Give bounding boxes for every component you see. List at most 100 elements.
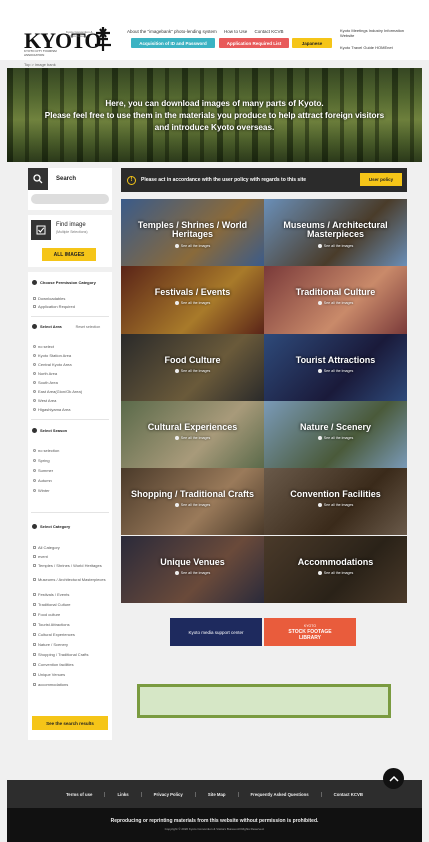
hero-line-1: Here, you can download images of many pa…: [105, 99, 324, 108]
notice-text: Please act in accordance with the user p…: [141, 177, 307, 183]
tile-accommodations[interactable]: Accommodations See all the images: [264, 535, 407, 603]
filter-option[interactable]: no selection: [33, 448, 59, 453]
hero-line-2: Please feel free to use them in the mate…: [44, 111, 385, 120]
filter-option[interactable]: West Area: [33, 398, 56, 403]
filter-option[interactable]: North Area: [33, 371, 57, 376]
tile-traditional-culture[interactable]: Traditional Culture See all the images: [264, 266, 407, 334]
tile-festivals[interactable]: Festivals / Events See all the images: [121, 266, 264, 334]
highlight-box: [137, 684, 391, 718]
nav-contact-link[interactable]: Contact KCVB: [255, 29, 284, 34]
acquisition-button[interactable]: Acquisition of ID and Password: [131, 38, 215, 48]
divider: [31, 316, 109, 317]
filter-option[interactable]: no select: [33, 344, 54, 349]
tile-museums[interactable]: Museums / Architectural Masterpieces See…: [264, 199, 407, 267]
tile-title: Traditional Culture: [295, 287, 376, 298]
filter-option[interactable]: Autumn: [33, 478, 52, 483]
see-all-link[interactable]: See all the images: [264, 301, 407, 306]
tile-food-culture[interactable]: Food Culture See all the images: [121, 333, 264, 401]
find-image-panel: Find image (Multiple Selections) ALL IMA…: [28, 215, 112, 267]
see-all-link[interactable]: See all the images: [121, 244, 264, 249]
see-all-link[interactable]: See all the images: [121, 436, 264, 440]
breadcrumb[interactable]: Top > image bank: [24, 62, 56, 67]
stock-footage-banner[interactable]: KYOTO STOCK FOOTAGE LIBRARY: [264, 618, 356, 646]
filter-option[interactable]: Convention facilities: [33, 662, 74, 667]
tile-unique-venues[interactable]: Unique Venues See all the images: [121, 535, 264, 603]
footer-link-terms[interactable]: Terms of use: [54, 792, 104, 797]
see-results-button[interactable]: See the search results: [32, 716, 108, 730]
filter-option[interactable]: Traditional Culture: [33, 602, 71, 607]
filter-option[interactable]: event: [33, 554, 48, 559]
nav-howto-link[interactable]: How to Use: [224, 29, 247, 34]
hero-banner: Here, you can download images of many pa…: [7, 68, 422, 162]
see-all-link[interactable]: See all the images: [264, 244, 407, 249]
footer-link-faq[interactable]: Frequently Asked Questions: [237, 792, 321, 797]
divider: [31, 512, 109, 513]
warning-icon: !: [127, 175, 136, 185]
tile-nature[interactable]: Nature / Scenery See all the images: [264, 400, 407, 469]
stock-footage-bottom: LIBRARY: [298, 635, 322, 641]
see-all-link[interactable]: See all the images: [121, 571, 264, 575]
all-images-button[interactable]: ALL IMAGES: [42, 248, 96, 261]
see-all-link[interactable]: See all the images: [264, 369, 407, 373]
media-support-banner[interactable]: Kyoto media support center: [170, 618, 262, 646]
tile-tourist-attractions[interactable]: Tourist Attractions See all the images: [264, 333, 407, 401]
filter-option[interactable]: Nature / Scenery: [33, 642, 68, 647]
filter-option[interactable]: Cultural Experiences: [33, 632, 75, 637]
filter-option[interactable]: Unique Venues: [33, 672, 65, 677]
tile-title: Food Culture: [164, 354, 221, 365]
filter-option[interactable]: Kyoto Station Area: [33, 353, 71, 358]
search-icon[interactable]: [28, 168, 48, 190]
filter-option[interactable]: South Area: [33, 380, 58, 385]
reset-selection-link[interactable]: Reset selection: [76, 325, 101, 329]
see-all-link[interactable]: See all the images: [121, 369, 264, 373]
see-all-link[interactable]: See all the images: [264, 436, 407, 440]
kcvb-emblem-icon: [95, 27, 111, 51]
see-all-link[interactable]: See all the images: [121, 301, 264, 306]
filter-option[interactable]: Spring: [33, 458, 50, 463]
filter-option[interactable]: Central Kyoto Area: [33, 362, 72, 367]
see-all-link[interactable]: See all the images: [264, 571, 407, 575]
filter-option[interactable]: Museums / Architectural Masterpieces: [33, 577, 109, 582]
filter-option[interactable]: Food culture: [33, 612, 60, 617]
back-to-top-button[interactable]: [383, 768, 404, 789]
filter-option[interactable]: Shopping / Traditional Crafts: [33, 652, 88, 657]
footer-link-privacy[interactable]: Privacy Policy: [140, 792, 195, 797]
nav-about-link[interactable]: About the "imagebank" photo-lending syst…: [127, 29, 217, 34]
travel-guide-link[interactable]: Kyoto Travel Guide HOMEnet: [340, 45, 393, 50]
tile-title: Museums / Architectural Masterpieces: [283, 220, 388, 239]
tile-temples[interactable]: Temples / Shrines / World Heritages See …: [121, 199, 264, 267]
filter-option[interactable]: Higashiyama Area: [33, 407, 70, 412]
tile-cultural-experiences[interactable]: Cultural Experiences See all the images: [121, 400, 264, 469]
filter-option[interactable]: accommodations: [33, 682, 68, 687]
footer-link-links[interactable]: Links: [104, 792, 140, 797]
see-all-link[interactable]: See all the images: [121, 503, 264, 508]
language-button[interactable]: Japanese: [292, 38, 332, 48]
meetings-link[interactable]: Kyoto Meetings Industry Information Webs…: [340, 28, 410, 38]
filter-option[interactable]: Summer: [33, 468, 53, 473]
filter-icon: [32, 280, 37, 285]
tile-title: Festivals / Events: [154, 287, 231, 298]
season-heading: Select Season: [32, 428, 67, 433]
tile-title: Shopping / Traditional Crafts: [130, 489, 254, 500]
user-policy-button[interactable]: User policy: [360, 173, 402, 186]
category-grid: Temples / Shrines / World Heritages See …: [121, 199, 407, 603]
tile-convention[interactable]: Convention Facilities See all the images: [264, 468, 407, 536]
application-button[interactable]: Application Required List: [219, 38, 289, 48]
filter-option[interactable]: Temples / Shrines / World Heritages: [33, 563, 109, 568]
filter-option[interactable]: East Area(Gion/Ok Area): [33, 389, 82, 394]
filter-option[interactable]: Winter: [33, 488, 50, 493]
tile-title: Tourist Attractions: [295, 354, 376, 365]
tile-title: Nature / Scenery: [299, 421, 372, 432]
footer-link-contact[interactable]: Contact KCVB: [320, 792, 375, 797]
area-heading: Select Area Reset selection: [32, 324, 100, 329]
filter-option[interactable]: Downloadables: [33, 296, 65, 301]
filter-option[interactable]: Tourist Attractions: [33, 622, 70, 627]
tile-title: Unique Venues: [160, 556, 225, 567]
filter-option[interactable]: Festivals / Events: [33, 592, 69, 597]
tile-shopping[interactable]: Shopping / Traditional Crafts See all th…: [121, 468, 264, 536]
filter-option[interactable]: Application Required: [33, 304, 75, 309]
search-input[interactable]: [31, 194, 109, 204]
see-all-link[interactable]: See all the images: [264, 503, 407, 508]
filter-option[interactable]: All Category: [33, 545, 60, 550]
footer-link-sitemap[interactable]: Site Map: [194, 792, 238, 797]
